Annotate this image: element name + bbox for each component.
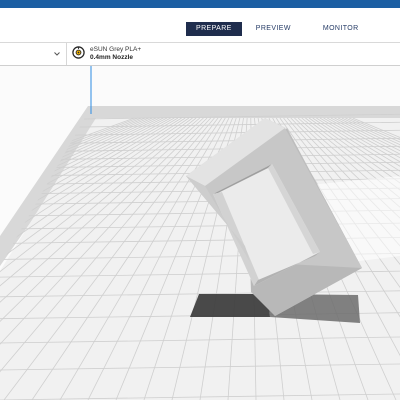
- tab-prepare[interactable]: PREPARE: [186, 22, 242, 36]
- nozzle-size[interactable]: 0.4mm Nozzle: [90, 54, 133, 61]
- 3d-viewport[interactable]: [0, 66, 400, 400]
- printer-selector[interactable]: [0, 43, 67, 65]
- chevron-down-icon: [54, 52, 60, 56]
- stage-tabs: PREPARE PREVIEW MONITOR: [186, 22, 369, 36]
- tab-preview[interactable]: PREVIEW: [246, 22, 301, 36]
- window-title-strip: [0, 0, 400, 8]
- tab-monitor[interactable]: MONITOR: [313, 22, 369, 36]
- material-name[interactable]: eSUN Grey PLA+: [90, 46, 141, 53]
- spool-icon[interactable]: [72, 46, 85, 59]
- printer-settings-bar: eSUN Grey PLA+ 0.4mm Nozzle: [0, 43, 400, 66]
- stage-menu-bar: PREPARE PREVIEW MONITOR: [0, 8, 400, 43]
